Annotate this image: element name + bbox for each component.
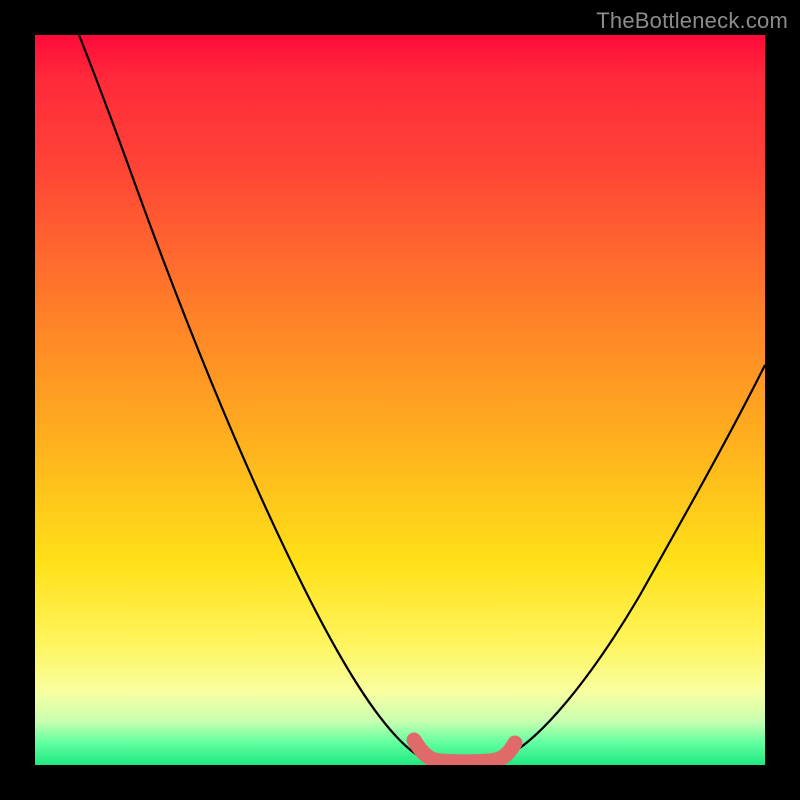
- chart-frame: TheBottleneck.com: [0, 0, 800, 800]
- bottleneck-curve: [79, 35, 765, 761]
- plot-area: [35, 35, 765, 765]
- watermark-text: TheBottleneck.com: [596, 8, 788, 34]
- optimal-zone: [414, 740, 515, 762]
- curve-svg: [35, 35, 765, 765]
